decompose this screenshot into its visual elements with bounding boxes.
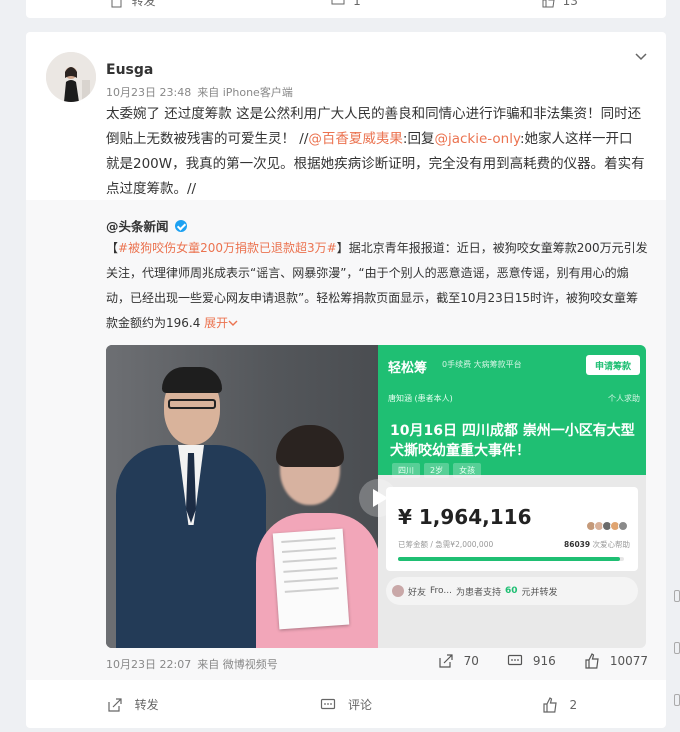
repost-like-button[interactable]: 10077 [584, 653, 648, 669]
amount-box: ¥ 1,964,116 已筹金额 / 急需¥2,000,000 86039 次爱… [386, 487, 638, 571]
repost-icon [111, 0, 122, 7]
repost-count: 70 [463, 654, 479, 668]
avatar-image [46, 52, 96, 102]
comment-label: 评论 [347, 698, 372, 712]
prev-comment-button[interactable]: 1 [239, 0, 452, 9]
like-icon [585, 653, 599, 669]
post-source: 来自 iPhone客户端 [197, 86, 293, 99]
mention-link[interactable]: @百香夏威夷果 [308, 131, 403, 147]
video-time[interactable]: 10月23日 22:07 [106, 658, 191, 671]
side-gutter [674, 590, 680, 706]
video-photo [106, 345, 380, 648]
helpers-count: 86039 次爱心帮助 [564, 539, 630, 550]
chip: 女孩 [453, 463, 482, 478]
campaign-chips: 四川 2岁 女孩 [392, 463, 482, 478]
like-button[interactable]: 2 [453, 696, 666, 713]
comment-count: 916 [532, 654, 556, 668]
raised-label: 已筹金额 / 急需¥2,000,000 [398, 540, 494, 549]
raised-amount: ¥ 1,964,116 [398, 505, 532, 529]
username[interactable]: Eusga [106, 62, 153, 78]
chevron-down-icon [228, 320, 238, 326]
prev-repost-label: 转发 [131, 0, 156, 8]
patient-name: 唐知涵 (患者本人) [388, 394, 453, 403]
post-actions: 转发 评论 2 [26, 696, 666, 713]
reposted-content: @头条新闻 【#被狗咬伤女童200万捐款已退款超3万#】据北京青年报报道：近日，… [26, 200, 666, 680]
friend-text: 元并转发 [521, 587, 558, 598]
comment-icon [507, 654, 523, 666]
expand-label: 展开 [204, 316, 229, 330]
like-count: 2 [569, 697, 578, 712]
mention-link[interactable]: @jackie-only [434, 131, 520, 147]
friend-amount: 60 [505, 586, 518, 596]
repost-label: 转发 [134, 698, 159, 712]
bracket: 【 [106, 241, 119, 255]
previous-post-actions: 转发 1 13 [26, 0, 666, 9]
share-icon [108, 697, 122, 712]
helpers-number: 86039 [564, 540, 591, 549]
apply-button: 申请筹款 [586, 355, 640, 375]
prev-repost-button[interactable]: 转发 [26, 0, 239, 9]
bracket: 】 [336, 241, 349, 255]
video-source: 来自 微博视频号 [197, 658, 278, 671]
previous-post-card: 转发 1 13 [26, 0, 666, 18]
hashtag-link[interactable]: #被狗咬伤女童200万捐款已退款超3万# [118, 241, 337, 255]
fundraising-screenshot: 轻松筹 0手续费 大病筹款平台 申请筹款 唐知涵 (患者本人) 个人求助 10月… [378, 345, 646, 648]
prev-comment-count: 1 [353, 0, 361, 8]
platform-logo: 轻松筹 [388, 361, 428, 376]
repost-comment-button[interactable]: 916 [507, 653, 556, 669]
repost-stats: 70 916 10077 [438, 653, 648, 669]
share-icon [439, 654, 453, 668]
progress-fill [398, 557, 620, 561]
friend-text: 好友 [408, 587, 427, 598]
verified-icon [174, 219, 187, 232]
video-player[interactable]: 轻松筹 0手续费 大病筹款平台 申请筹款 唐知涵 (患者本人) 个人求助 10月… [106, 345, 646, 648]
repost-repost-button[interactable]: 70 [438, 653, 479, 669]
like-icon [542, 0, 555, 7]
expand-link[interactable]: 展开 [204, 316, 238, 330]
prev-like-button[interactable]: 13 [453, 0, 666, 9]
friend-avatar [392, 585, 404, 597]
repost-source-name[interactable]: @头条新闻 [106, 216, 169, 235]
avatar[interactable] [46, 52, 96, 102]
platform-tagline: 0手续费 大病筹款平台 [442, 360, 522, 369]
play-icon[interactable] [358, 478, 398, 518]
chip: 2岁 [424, 463, 450, 478]
friend-text: 为患者支持 [455, 587, 501, 598]
like-count: 10077 [609, 654, 648, 668]
repost-source: @头条新闻 [106, 216, 187, 235]
like-icon [542, 696, 557, 713]
chevron-down-icon[interactable] [634, 50, 648, 64]
prev-like-count: 13 [562, 0, 578, 8]
comment-icon [320, 698, 336, 709]
donor-avatars [586, 521, 628, 531]
video-meta: 10月23日 22:07 来自 微博视频号 [106, 656, 278, 672]
post-text-part: :回复 [402, 131, 435, 147]
repost-text: 【#被狗咬伤女童200万捐款已退款超3万#】据北京青年报报道：近日，被狗咬女童筹… [106, 236, 650, 336]
progress-bar [398, 557, 624, 561]
weibo-post-card: Eusga 10月23日 23:48 来自 iPhone客户端 太委婉了 还过度筹… [26, 32, 666, 728]
chip: 四川 [392, 463, 420, 478]
help-type: 个人求助 [608, 394, 640, 403]
post-meta: 10月23日 23:48 来自 iPhone客户端 [106, 84, 293, 100]
helpers-label: 次爱心帮助 [590, 540, 630, 549]
friend-name: Fro... [430, 586, 452, 596]
friend-support: 好友 Fro... 为患者支持 60 元并转发 [386, 577, 638, 605]
post-time[interactable]: 10月23日 23:48 [106, 86, 191, 99]
repost-button[interactable]: 转发 [26, 696, 239, 713]
post-text: 太委婉了 还过度筹款 这是公然利用广大人民的善良和同情心进行诈骗和非法集资！同时… [106, 102, 646, 202]
comment-icon [331, 0, 345, 4]
comment-button[interactable]: 评论 [239, 696, 452, 713]
campaign-title: 10月16日 四川成都 崇州一小区有大型犬撕咬幼童重大事件！ [390, 423, 635, 459]
